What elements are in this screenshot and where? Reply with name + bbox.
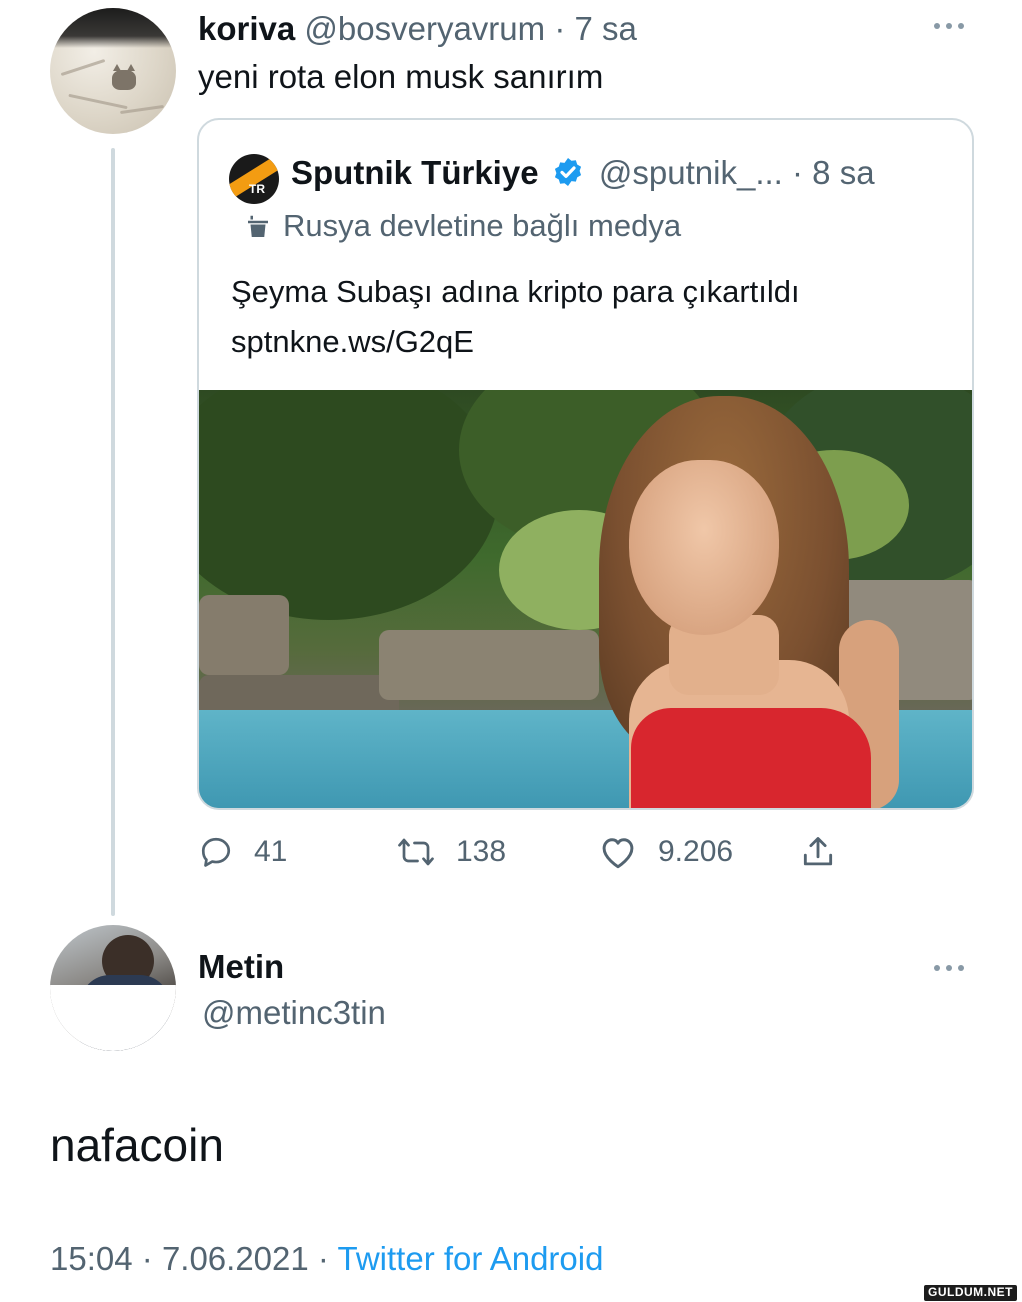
avatar-photo-fold xyxy=(60,58,106,77)
more-dots-icon[interactable] xyxy=(932,20,968,30)
separator-dot: · xyxy=(792,154,803,191)
quoted-tweet-link[interactable]: sptnkne.ws/G2qE xyxy=(231,324,474,360)
tweet-date[interactable]: 7.06.2021 xyxy=(162,1240,309,1277)
sleeping-cat-avatar xyxy=(112,64,136,90)
sputnik-logo-avatar[interactable]: TR xyxy=(229,154,279,204)
quoted-tweet-text: Şeyma Subaşı adına kripto para çıkartıld… xyxy=(231,274,800,309)
separator-dot: · xyxy=(141,1240,153,1277)
share-icon xyxy=(803,837,833,866)
quoted-tweet-card[interactable]: TR Sputnik Türkiye @sputnik_... · 8 sa R… xyxy=(197,118,974,810)
author-name[interactable]: koriva xyxy=(198,10,295,47)
reply-button[interactable]: 41 xyxy=(198,830,287,874)
retweet-button[interactable]: 138 xyxy=(396,830,506,874)
tweet-text: nafacoin xyxy=(50,1119,224,1171)
quoted-author-handle[interactable]: @sputnik_... xyxy=(599,154,783,191)
quoted-tweet-header: Sputnik Türkiye @sputnik_... · 8 sa xyxy=(291,154,875,192)
retweet-count: 138 xyxy=(456,835,507,868)
like-button[interactable]: 9.206 xyxy=(598,830,733,874)
author-handle[interactable]: @metinc3tin xyxy=(202,994,386,1032)
watermark-logo: GULDUM.NET xyxy=(924,1285,1017,1301)
image-rock xyxy=(199,595,289,675)
image-swimsuit xyxy=(631,708,871,808)
more-dots-icon[interactable] xyxy=(932,962,968,972)
tweet-time[interactable]: 15:04 xyxy=(50,1240,133,1277)
avatar-koriva[interactable] xyxy=(50,8,176,134)
logo-text: TR xyxy=(249,182,265,196)
separator-dot: · xyxy=(554,10,566,47)
state-media-podium-icon xyxy=(248,215,268,237)
share-button[interactable] xyxy=(798,830,858,874)
quoted-tweet-time[interactable]: 8 sa xyxy=(812,154,874,191)
quoted-author-name[interactable]: Sputnik Türkiye xyxy=(291,154,539,191)
verified-badge-icon xyxy=(554,158,581,186)
image-face xyxy=(629,460,779,635)
tweet-time[interactable]: 7 sa xyxy=(574,10,636,47)
image-rock xyxy=(379,630,599,700)
reply-icon xyxy=(201,837,231,867)
avatar-photo-fold xyxy=(68,93,128,110)
thread-connector-line xyxy=(111,148,115,916)
tweet-source[interactable]: Twitter for Android xyxy=(338,1240,604,1277)
separator-dot: · xyxy=(317,1240,329,1277)
quoted-tweet-image[interactable] xyxy=(199,390,972,808)
author-handle[interactable]: @bosveryavrum xyxy=(304,10,545,47)
avatar-metin[interactable] xyxy=(50,925,176,1051)
avatar-crop-mask xyxy=(50,985,176,1051)
retweet-icon xyxy=(398,838,434,866)
reply-count: 41 xyxy=(254,835,288,868)
tweet-text: yeni rota elon musk sanırım xyxy=(198,58,604,95)
state-media-label-text: Rusya devletine bağlı medya xyxy=(283,208,682,243)
like-count: 9.206 xyxy=(658,835,734,868)
author-name[interactable]: Metin xyxy=(198,948,284,986)
tweet-header: koriva @bosveryavrum · 7 sa xyxy=(198,10,637,48)
tweet-timestamp-row: 15:04 · 7.06.2021 · Twitter for Android xyxy=(50,1240,603,1278)
like-icon xyxy=(602,838,634,869)
image-foliage xyxy=(199,390,499,620)
state-media-label[interactable]: Rusya devletine bağlı medya xyxy=(243,208,681,244)
avatar-photo-blanket xyxy=(50,8,176,48)
